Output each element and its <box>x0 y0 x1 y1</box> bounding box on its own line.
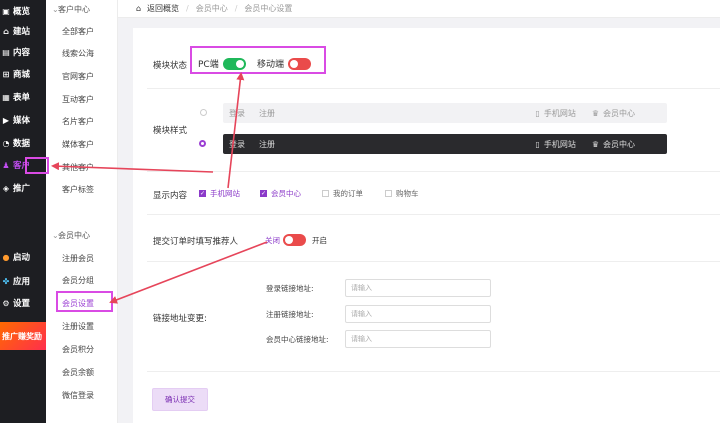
checkbox-my-orders[interactable]: 我的订单 <box>322 188 363 199</box>
checkbox-checked-icon: ✓ <box>199 190 206 197</box>
promo-banner[interactable]: 推广赚奖励 <box>0 322 46 350</box>
breadcrumb-separator: / <box>234 4 238 13</box>
nav-item-apps[interactable]: ✤ 应用 <box>0 270 46 292</box>
sub-group-member-center[interactable]: ⌄会员中心 <box>52 230 90 241</box>
style-login-text: 登录 <box>229 108 245 118</box>
sub-item-member-balance[interactable]: 会员余额 <box>62 367 94 378</box>
cart-icon: ⊞ <box>2 69 10 79</box>
register-link-input[interactable]: 请输入 <box>345 305 491 323</box>
sub-item-interactive-customers[interactable]: 互动客户 <box>62 94 94 105</box>
breadcrumb-level1[interactable]: 会员中心 <box>196 3 228 14</box>
sub-item-other-customers[interactable]: 其他客户 <box>62 162 94 173</box>
rocket-icon: ● <box>2 252 10 262</box>
apps-icon: ✤ <box>2 276 10 286</box>
divider <box>147 371 720 372</box>
nav-item-content[interactable]: ▤ 内容 <box>0 41 46 63</box>
sub-group-customer-center[interactable]: ⌄客户中心 <box>52 4 90 15</box>
sub-item-member-groups[interactable]: 会员分组 <box>62 275 94 286</box>
nav-item-settings[interactable]: ⚙ 设置 <box>0 292 46 314</box>
member-center-link-label: 会员中心链接地址: <box>266 335 329 344</box>
nav-item-shop[interactable]: ⊞ 商城 <box>0 63 46 85</box>
user-icon: ♟ <box>2 160 10 170</box>
nav-item-promote[interactable]: ◈ 推广 <box>0 177 46 199</box>
home-icon: ⌂ <box>136 3 142 13</box>
crown-icon: ♛ <box>591 108 599 118</box>
main-nav: ▣ 概览 ⌂ 建站 ▤ 内容 ⊞ 商城 ▦ 表单 ▶ 媒体 ◔ 数据 ♟ 客户 ◈ 推广 ● 启动 … <box>0 0 46 423</box>
sub-nav: ⌄客户中心 全部客户 线索公海 官网客户 互动客户 名片客户 媒体客户 其他客户… <box>46 0 118 423</box>
tag-icon: ◈ <box>2 183 10 193</box>
style-option-dark[interactable]: 登录 注册 ▯ 手机网站 ♛ 会员中心 <box>223 134 667 154</box>
module-status-label: 模块状态 <box>153 61 188 71</box>
document-icon: ▤ <box>2 47 10 57</box>
referrer-toggle-group: 关闭 开启 <box>265 234 327 246</box>
nav-item-data[interactable]: ◔ 数据 <box>0 132 46 154</box>
submit-button[interactable]: 确认提交 <box>152 388 208 411</box>
style-mobile-site-text: 手机网站 <box>543 108 576 118</box>
referrer-toggle[interactable] <box>283 234 306 246</box>
sub-item-register-settings[interactable]: 注册设置 <box>62 321 94 332</box>
form-icon: ▦ <box>2 92 10 102</box>
settings-panel: 模块状态 PC端 移动端 模块样式 登录 注册 ▯ 手机网站 ♛ 会员中心 登录 注… <box>133 28 720 423</box>
checkbox-checked-icon: ✓ <box>260 190 267 197</box>
style-register-text: 注册 <box>259 108 275 118</box>
divider <box>147 88 720 89</box>
breadcrumb-separator: / <box>186 4 189 13</box>
sub-item-customer-tags[interactable]: 客户标签 <box>62 184 94 195</box>
breadcrumb-home-link[interactable]: 返回概览 <box>147 3 179 14</box>
annotation-box-member-settings <box>56 291 113 312</box>
referrer-off-label: 关闭 <box>265 235 280 245</box>
nav-item-forms[interactable]: ▦ 表单 <box>0 86 46 108</box>
checkbox-icon <box>322 190 329 197</box>
style-radio-dark[interactable] <box>199 140 206 147</box>
checkbox-member-center[interactable]: ✓ 会员中心 <box>260 188 301 199</box>
phone-icon: ▯ <box>535 139 540 149</box>
nav-item-media[interactable]: ▶ 媒体 <box>0 109 46 131</box>
sub-item-wechat-login[interactable]: 微信登录 <box>62 390 94 401</box>
checkbox-mobile-site[interactable]: ✓ 手机网站 <box>199 188 240 199</box>
annotation-box-status <box>190 46 326 74</box>
sub-item-media-customers[interactable]: 媒体客户 <box>62 139 94 150</box>
annotation-box-customer <box>25 157 49 174</box>
referrer-on-label: 开启 <box>312 235 327 245</box>
style-register-text: 注册 <box>259 139 275 149</box>
nav-item-site[interactable]: ⌂ 建站 <box>0 20 46 42</box>
link-change-label: 链接地址变更: <box>153 314 207 324</box>
nav-item-overview[interactable]: ▣ 概览 <box>0 0 46 22</box>
sub-item-all-customers[interactable]: 全部客户 <box>62 26 94 37</box>
login-link-input[interactable]: 请输入 <box>345 279 491 297</box>
register-link-label: 注册链接地址: <box>266 310 314 319</box>
display-content-label: 显示内容 <box>153 191 188 201</box>
breadcrumb-level2: 会员中心设置 <box>244 4 293 13</box>
member-center-link-input[interactable]: 请输入 <box>345 330 491 348</box>
settings-icon: ⚙ <box>2 298 10 308</box>
crown-icon: ♛ <box>591 139 599 149</box>
sub-item-member-points[interactable]: 会员积分 <box>62 344 94 355</box>
sub-item-card-customers[interactable]: 名片客户 <box>62 116 94 127</box>
checkbox-icon <box>385 190 392 197</box>
phone-icon: ▯ <box>535 108 540 118</box>
style-login-text: 登录 <box>229 139 245 149</box>
dashboard-icon: ▣ <box>2 6 10 16</box>
module-style-label: 模块样式 <box>153 126 188 136</box>
sub-item-registered-members[interactable]: 注册会员 <box>62 253 94 264</box>
referrer-label: 提交订单时填写推荐人 <box>153 237 239 247</box>
login-link-label: 登录链接地址: <box>266 284 314 293</box>
style-option-light[interactable]: 登录 注册 ▯ 手机网站 ♛ 会员中心 <box>223 103 667 123</box>
style-member-center-text: 会员中心 <box>603 108 635 118</box>
divider <box>147 171 720 172</box>
style-mobile-site-text: 手机网站 <box>543 139 576 149</box>
divider <box>147 214 720 215</box>
style-radio-light[interactable] <box>200 109 207 116</box>
data-icon: ◔ <box>2 138 10 148</box>
style-member-center-text: 会员中心 <box>603 139 635 149</box>
breadcrumb: ⌂ 返回概览 / 会员中心 / 会员中心设置 <box>118 0 720 18</box>
divider <box>147 261 720 262</box>
sub-item-site-customers[interactable]: 官网客户 <box>62 71 94 82</box>
media-icon: ▶ <box>2 115 10 125</box>
checkbox-cart[interactable]: 购物车 <box>385 188 419 199</box>
nav-item-launch[interactable]: ● 启动 <box>0 246 46 268</box>
sub-item-leads[interactable]: 线索公海 <box>62 48 94 59</box>
home-icon: ⌂ <box>3 26 9 36</box>
